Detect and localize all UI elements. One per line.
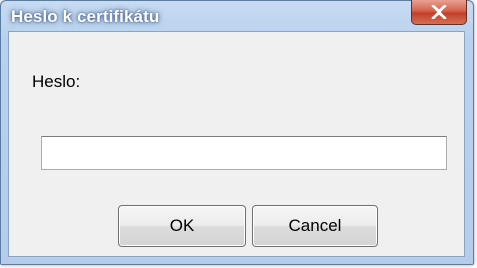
password-label: Heslo: [32, 72, 81, 91]
close-button[interactable] [411, 0, 467, 25]
cancel-button[interactable]: Cancel [252, 205, 378, 247]
close-x-icon [431, 5, 447, 19]
password-input[interactable] [41, 136, 447, 170]
title-bar[interactable]: Heslo k certifikátu [1, 0, 473, 31]
ok-button[interactable]: OK [118, 205, 246, 247]
dialog-title: Heslo k certifikátu [11, 7, 160, 26]
